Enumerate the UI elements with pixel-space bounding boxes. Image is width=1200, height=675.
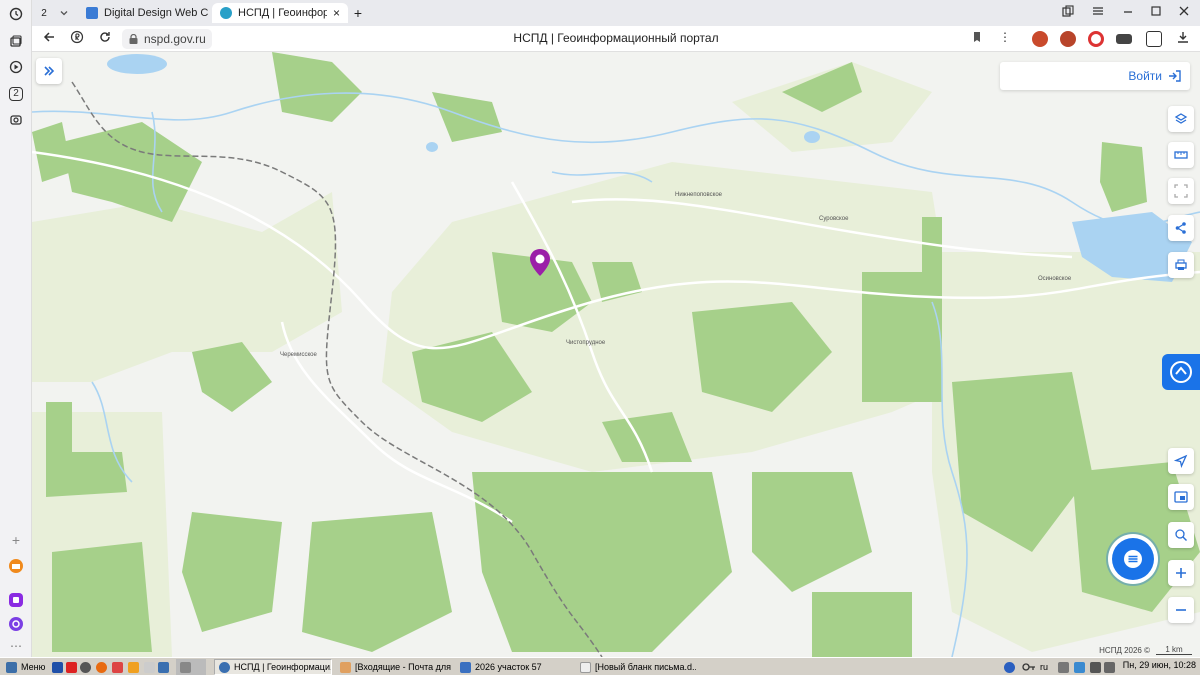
- ruler-button[interactable]: [1168, 142, 1194, 168]
- chevron-down-icon: [60, 11, 68, 16]
- history-icon[interactable]: [6, 4, 26, 24]
- quicklaunch-icon[interactable]: [176, 659, 206, 675]
- start-menu-button[interactable]: Меню: [2, 659, 48, 675]
- tab-bar: 2 Digital Design Web Client НСПД | Геоин…: [32, 0, 1200, 26]
- market-app-icon[interactable]: [6, 590, 26, 610]
- maximize-icon[interactable]: [1150, 5, 1162, 20]
- taskbar: Меню НСПД | Геоинформаци... [Входящие - …: [0, 657, 1200, 675]
- map-terrain: [32, 52, 1200, 657]
- favicon-icon: [220, 7, 232, 19]
- print-button[interactable]: [1168, 252, 1194, 278]
- alice-app-icon[interactable]: [6, 614, 26, 634]
- minus-icon: [1176, 609, 1186, 611]
- double-chevron-right-icon: [44, 66, 55, 76]
- zoom-in-button[interactable]: [1168, 560, 1194, 586]
- minimap-button[interactable]: [1168, 484, 1194, 510]
- taskbar-item[interactable]: [Новый бланк письма.d...: [576, 659, 696, 675]
- extension-icon[interactable]: [1032, 31, 1048, 47]
- start-icon: [6, 661, 17, 673]
- place-label: Чистопрудное: [566, 340, 606, 346]
- extension-icon[interactable]: [1060, 31, 1076, 47]
- place-label: Суровское: [819, 216, 849, 222]
- yandex-tray-icon[interactable]: [1000, 659, 1019, 675]
- layers-icon: [1174, 113, 1188, 124]
- chat-button[interactable]: [1112, 538, 1154, 580]
- layers-button[interactable]: [1168, 106, 1194, 132]
- side-panel-tab[interactable]: [1162, 354, 1200, 390]
- minimize-icon[interactable]: [1122, 5, 1134, 20]
- extension-icon[interactable]: [1146, 31, 1162, 47]
- language-indicator[interactable]: ru: [1036, 659, 1052, 675]
- chat-icon: [1124, 550, 1142, 568]
- more-icon[interactable]: ⋯: [6, 636, 26, 656]
- plus-icon: [1176, 568, 1186, 578]
- back-icon[interactable]: [40, 30, 58, 47]
- taskbar-item[interactable]: 2026 участок 57: [456, 659, 572, 675]
- tab-list-dropdown[interactable]: [54, 3, 74, 23]
- favicon-icon: [86, 7, 98, 19]
- new-tab-button[interactable]: +: [348, 3, 368, 23]
- extension-icon[interactable]: [1088, 31, 1104, 47]
- place-label: Нижнепоповское: [675, 192, 723, 198]
- reload-icon[interactable]: [96, 30, 114, 47]
- volume-tray-icon[interactable]: [1100, 659, 1119, 675]
- tab-label: Digital Design Web Client: [104, 7, 208, 19]
- mail-app-icon[interactable]: [6, 556, 26, 576]
- tab-count[interactable]: 2: [36, 3, 52, 23]
- map-view[interactable]: Нижнепоповское Суровское Осиновское Чист…: [32, 52, 1200, 657]
- map-scale: 1 km: [1156, 645, 1192, 655]
- minimap-icon: [1174, 491, 1188, 503]
- select-area-button[interactable]: [1168, 178, 1194, 204]
- ruler-icon: [1174, 151, 1188, 159]
- navigation-arrow-icon: [1174, 454, 1188, 468]
- expand-panel-button[interactable]: [36, 58, 62, 84]
- quicklaunch-icon[interactable]: [154, 659, 173, 675]
- tabs-count-badge[interactable]: 2: [6, 84, 26, 104]
- menu-icon[interactable]: [1092, 5, 1104, 20]
- share-icon: [1175, 222, 1186, 234]
- url-text: nspd.gov.ru: [144, 32, 206, 46]
- taskbar-item[interactable]: НСПД | Геоинформаци...: [214, 659, 332, 675]
- collections-icon[interactable]: [6, 31, 26, 51]
- select-area-icon: [1174, 184, 1188, 198]
- tab-nspd[interactable]: НСПД | Геоинформацио ×: [212, 3, 348, 23]
- more-options-icon[interactable]: ⋮: [996, 30, 1014, 44]
- tab-digital-design[interactable]: Digital Design Web Client: [78, 3, 208, 23]
- location-pin-icon[interactable]: [528, 248, 552, 278]
- browser-side-rail: 2 + ⋯: [0, 0, 32, 657]
- address-bar: nspd.gov.ru НСПД | Геоинформационный пор…: [32, 26, 1200, 52]
- taskbar-item[interactable]: [Входящие - Почта для ...: [336, 659, 452, 675]
- clock: Пн, 29 июн, 10:28: [1122, 660, 1196, 670]
- print-icon: [1175, 259, 1187, 270]
- url-field[interactable]: nspd.gov.ru: [122, 29, 212, 49]
- place-label: Осиновское: [1038, 276, 1072, 282]
- login-button[interactable]: Войти: [1000, 62, 1190, 90]
- download-icon[interactable]: [1174, 30, 1192, 47]
- close-tab-icon[interactable]: ×: [333, 6, 340, 20]
- login-icon: [1169, 70, 1181, 82]
- close-window-icon[interactable]: [1178, 5, 1190, 20]
- extension-icon[interactable]: [1116, 34, 1132, 44]
- bookmarks-panel-icon[interactable]: [1062, 5, 1074, 20]
- share-button[interactable]: [1168, 215, 1194, 241]
- login-label: Войти: [1128, 69, 1162, 83]
- map-attribution: НСПД 2026 ©: [1099, 646, 1150, 655]
- screenshot-icon[interactable]: [6, 110, 26, 130]
- lock-icon: [129, 34, 138, 44]
- nspd-logo-icon: [1170, 361, 1192, 383]
- play-icon[interactable]: [6, 57, 26, 77]
- tab-label: НСПД | Геоинформацио: [238, 7, 327, 19]
- geolocation-button[interactable]: [1168, 448, 1194, 474]
- bookmark-icon[interactable]: [968, 30, 986, 46]
- place-label: Черемисское: [280, 352, 317, 358]
- search-location-button[interactable]: [1168, 522, 1194, 548]
- yandex-icon[interactable]: [68, 30, 86, 47]
- add-panel-icon[interactable]: +: [6, 530, 26, 550]
- zoom-out-button[interactable]: [1168, 597, 1194, 623]
- location-search-icon: [1175, 529, 1187, 541]
